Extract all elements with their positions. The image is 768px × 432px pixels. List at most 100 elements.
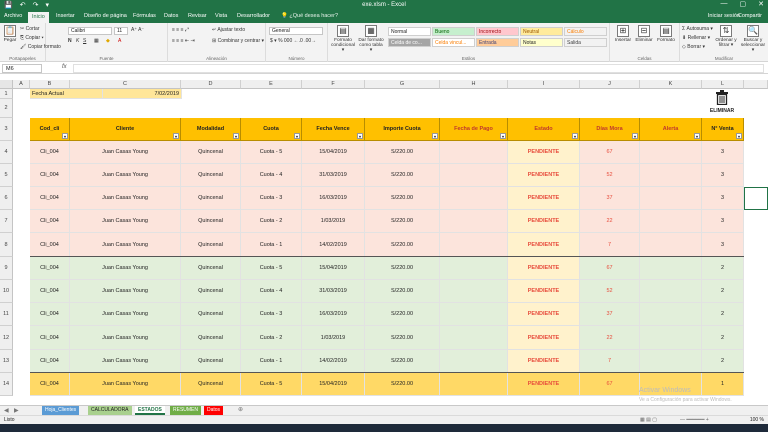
- filter-dropdown-icon[interactable]: ▾: [357, 133, 363, 139]
- table-cell-estado[interactable]: PENDIENTE: [508, 350, 580, 373]
- table-cell-cod[interactable]: Cli_004: [30, 233, 70, 257]
- hdr-modalidad[interactable]: Modalidad ▾: [181, 118, 241, 141]
- font-size-select[interactable]: 11: [114, 27, 128, 35]
- column-header[interactable]: F: [302, 80, 365, 89]
- table-cell-cuota[interactable]: Cuota - 4: [241, 280, 302, 303]
- table-cell-cliente[interactable]: Juan Casas Young: [70, 164, 181, 187]
- filter-dropdown-icon[interactable]: ▾: [294, 133, 300, 139]
- sheet-tab[interactable]: RESUMEN: [170, 406, 202, 415]
- column-header[interactable]: K: [640, 80, 702, 89]
- table-cell-estado[interactable]: PENDIENTE: [508, 141, 580, 164]
- view-buttons[interactable]: ▦ ▤ ▢: [640, 417, 657, 423]
- table-cell-cuota[interactable]: Cuota - 5: [241, 373, 302, 396]
- filter-dropdown-icon[interactable]: ▾: [632, 133, 638, 139]
- table-cell-dias[interactable]: 37: [580, 187, 640, 210]
- font-color-icon[interactable]: A: [118, 38, 121, 44]
- table-cell-fecha[interactable]: 31/03/2019: [302, 164, 365, 187]
- table-cell-cuota[interactable]: Cuota - 1: [241, 350, 302, 373]
- tab-desarrollador[interactable]: Desarrollador: [237, 13, 270, 19]
- table-cell-dias[interactable]: 22: [580, 210, 640, 233]
- close-button[interactable]: ✕: [758, 0, 764, 8]
- row-header[interactable]: 3: [0, 118, 13, 141]
- table-cell-dias[interactable]: 52: [580, 164, 640, 187]
- table-cell-cod[interactable]: Cli_004: [30, 326, 70, 350]
- table-cell-cliente[interactable]: Juan Casas Young: [70, 210, 181, 233]
- hdr-cod-cli[interactable]: Cod_cli ▾: [30, 118, 70, 141]
- table-cell-cliente[interactable]: Juan Casas Young: [70, 280, 181, 303]
- table-cell-fecha[interactable]: 14/02/2019: [302, 233, 365, 257]
- select-all-corner[interactable]: [0, 80, 13, 89]
- table-cell-cliente[interactable]: Juan Casas Young: [70, 373, 181, 396]
- table-cell-dias[interactable]: 7: [580, 233, 640, 257]
- table-cell-pago[interactable]: [440, 373, 508, 396]
- table-cell-alerta[interactable]: [640, 303, 702, 326]
- underline-button[interactable]: S: [83, 38, 86, 44]
- table-cell-modalidad[interactable]: Quincenal: [181, 210, 241, 233]
- table-cell-estado[interactable]: PENDIENTE: [508, 280, 580, 303]
- table-cell-cuota[interactable]: Cuota - 2: [241, 210, 302, 233]
- table-cell-pago[interactable]: [440, 164, 508, 187]
- table-cell-estado[interactable]: PENDIENTE: [508, 164, 580, 187]
- font-name-select[interactable]: Calibri: [68, 27, 112, 35]
- minimize-button[interactable]: —: [721, 0, 728, 8]
- table-cell-pago[interactable]: [440, 303, 508, 326]
- table-cell-cuota[interactable]: Cuota - 2: [241, 326, 302, 350]
- table-cell-importe[interactable]: S/220.00: [365, 280, 440, 303]
- table-cell-estado[interactable]: PENDIENTE: [508, 257, 580, 280]
- add-sheet-icon[interactable]: ⊕: [238, 406, 243, 413]
- sheet-tab[interactable]: ESTADOS: [135, 406, 165, 415]
- filter-dropdown-icon[interactable]: ▾: [572, 133, 578, 139]
- table-cell-estado[interactable]: PENDIENTE: [508, 187, 580, 210]
- table-cell-modalidad[interactable]: Quincenal: [181, 187, 241, 210]
- table-cell-dias[interactable]: 67: [580, 141, 640, 164]
- table-cell-cliente[interactable]: Juan Casas Young: [70, 141, 181, 164]
- hdr-cuota[interactable]: Cuota ▾: [241, 118, 302, 141]
- cut-button[interactable]: ✂ Cortar: [20, 26, 40, 32]
- table-cell-importe[interactable]: S/220.00: [365, 326, 440, 350]
- table-cell-fecha[interactable]: 15/04/2019: [302, 373, 365, 396]
- table-cell-venta[interactable]: 2: [702, 350, 744, 373]
- column-header[interactable]: G: [365, 80, 440, 89]
- table-cell-alerta[interactable]: [640, 326, 702, 350]
- table-cell-fecha[interactable]: 14/02/2019: [302, 350, 365, 373]
- tab-inicio[interactable]: Inicio: [28, 12, 49, 23]
- table-cell-modalidad[interactable]: Quincenal: [181, 257, 241, 280]
- row-header[interactable]: 1: [0, 89, 13, 99]
- table-cell-modalidad[interactable]: Quincenal: [181, 373, 241, 396]
- cell-style-option[interactable]: Incorrecto: [476, 27, 519, 36]
- row-header[interactable]: 2: [0, 99, 13, 118]
- table-cell-cod[interactable]: Cli_004: [30, 141, 70, 164]
- hdr-fecha-vence[interactable]: Fecha Vence ▾: [302, 118, 365, 141]
- filter-dropdown-icon[interactable]: ▾: [500, 133, 506, 139]
- table-cell-modalidad[interactable]: Quincenal: [181, 280, 241, 303]
- delete-cells-button[interactable]: ⊟ Eliminar: [634, 25, 654, 43]
- sheet-tab[interactable]: Datos: [204, 406, 224, 415]
- maximize-button[interactable]: ▢: [740, 0, 747, 8]
- zoom-slider[interactable]: — ━━━━━━ +: [680, 417, 709, 423]
- row-header[interactable]: 13: [0, 350, 13, 373]
- cell-style-option[interactable]: Celda de co...: [388, 38, 431, 47]
- row-header[interactable]: 7: [0, 210, 13, 233]
- table-cell-alerta[interactable]: [640, 257, 702, 280]
- table-cell-venta[interactable]: 1: [702, 373, 744, 396]
- table-cell-alerta[interactable]: [640, 280, 702, 303]
- zoom-level[interactable]: 100 %: [750, 417, 764, 423]
- filter-dropdown-icon[interactable]: ▾: [694, 133, 700, 139]
- row-header[interactable]: 10: [0, 280, 13, 303]
- table-cell-importe[interactable]: S/220.00: [365, 350, 440, 373]
- hdr-estado[interactable]: Estado ▾: [508, 118, 580, 141]
- table-cell-importe[interactable]: S/220.00: [365, 233, 440, 257]
- table-cell-alerta[interactable]: [640, 210, 702, 233]
- eliminar-button[interactable]: ELIMINAR: [709, 90, 735, 114]
- table-cell-dias[interactable]: 22: [580, 326, 640, 350]
- hdr-importe-cuota[interactable]: Importe Cuota ▾: [365, 118, 440, 141]
- tab-insertar[interactable]: Insertar: [56, 13, 75, 19]
- borders-icon[interactable]: ▦: [94, 38, 99, 44]
- table-cell-cod[interactable]: Cli_004: [30, 257, 70, 280]
- table-cell-fecha[interactable]: 15/04/2019: [302, 257, 365, 280]
- cell-style-option[interactable]: Cálculo: [564, 27, 607, 36]
- table-cell-cod[interactable]: Cli_004: [30, 350, 70, 373]
- cell-style-option[interactable]: Normal: [388, 27, 431, 36]
- table-cell-modalidad[interactable]: Quincenal: [181, 350, 241, 373]
- column-header[interactable]: A: [13, 80, 30, 89]
